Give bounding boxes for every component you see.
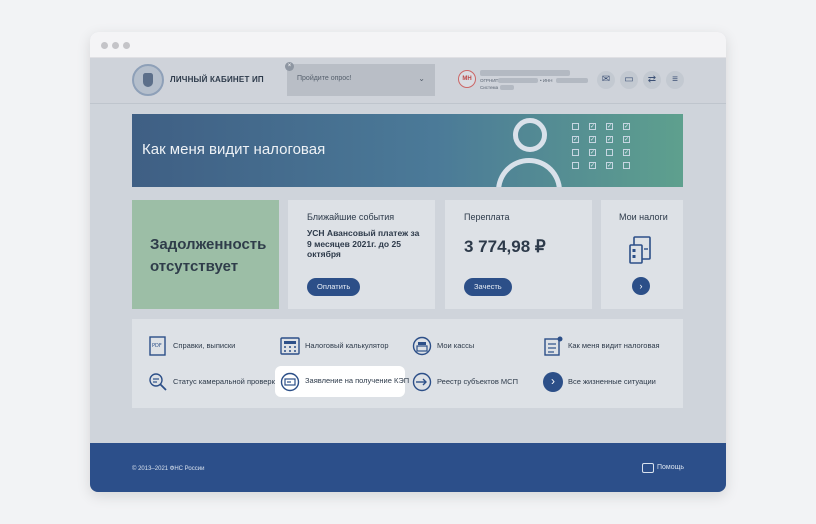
taxpayer-cabinet: ЛИЧНЫЙ КАБИНЕТ ИП × Пройдите опрос! ⌄ МН… bbox=[90, 58, 726, 492]
offset-button[interactable]: Зачесть bbox=[464, 278, 512, 296]
user-name-redacted bbox=[480, 70, 570, 76]
window-dot-icon[interactable] bbox=[123, 42, 130, 49]
chevron-right-icon: › bbox=[543, 372, 563, 392]
calculator-icon bbox=[280, 337, 300, 355]
person-head-icon bbox=[513, 118, 547, 152]
avatar[interactable]: МН bbox=[458, 70, 476, 88]
mail-icon[interactable]: ✉ bbox=[597, 71, 615, 89]
fns-emblem-icon[interactable] bbox=[132, 64, 164, 96]
service-label: Справки, выписки bbox=[173, 340, 236, 350]
cash-register-icon bbox=[412, 336, 432, 356]
events-card[interactable]: Ближайшие события УСН Авансовый платеж з… bbox=[288, 200, 435, 309]
checklist-icon bbox=[544, 336, 563, 356]
ogrnip-redacted bbox=[498, 78, 538, 83]
service-label: Все жизненные ситуации bbox=[568, 376, 656, 386]
site-header: ЛИЧНЫЙ КАБИНЕТ ИП × Пройдите опрос! ⌄ МН… bbox=[90, 58, 726, 104]
service-label: Заявление на получение КЭП bbox=[305, 375, 410, 385]
help-chat-icon[interactable] bbox=[642, 463, 654, 473]
help-link[interactable]: Помощь bbox=[657, 464, 684, 471]
service-certificates[interactable]: PDF Справки, выписки bbox=[148, 332, 268, 360]
service-label: Как меня видит налоговая bbox=[568, 340, 660, 350]
signature-card-icon bbox=[280, 372, 300, 392]
survey-label: Пройдите опрос! bbox=[297, 75, 352, 82]
magnifier-doc-icon bbox=[149, 373, 167, 391]
service-label: Реестр субъектов МСП bbox=[437, 376, 518, 386]
system-label: Система bbox=[480, 85, 499, 90]
visibility-banner[interactable]: Как меня видит налоговая ✓ ✓ ✓ ✓ ✓ ✓ ✓ ✓ ✓ ✓ ✓ bbox=[132, 114, 683, 187]
close-icon[interactable]: × bbox=[285, 62, 294, 71]
banner-title: Как меня видит налоговая bbox=[142, 141, 326, 158]
inn-redacted bbox=[556, 78, 588, 83]
service-registers[interactable]: Мои кассы bbox=[412, 332, 532, 360]
events-title: Ближайшие события bbox=[307, 212, 395, 222]
browser-window: ЛИЧНЫЙ КАБИНЕТ ИП × Пройдите опрос! ⌄ МН… bbox=[90, 32, 726, 492]
my-taxes-title: Мои налоги bbox=[619, 212, 668, 222]
service-calculator[interactable]: Налоговый калькулятор bbox=[280, 332, 400, 360]
pay-button[interactable]: Оплатить bbox=[307, 278, 361, 296]
overpayment-amount: 3 774,98 ₽ bbox=[464, 237, 546, 256]
brand-title[interactable]: ЛИЧНЫЙ КАБИНЕТ ИП bbox=[170, 75, 264, 84]
window-dot-icon[interactable] bbox=[101, 42, 108, 49]
window-dot-icon[interactable] bbox=[112, 42, 119, 49]
window-chrome bbox=[90, 32, 726, 58]
chevron-down-icon[interactable]: ⌄ bbox=[418, 74, 425, 83]
copyright: © 2013–2021 ФНС России bbox=[132, 466, 205, 472]
survey-banner[interactable]: × Пройдите опрос! ⌄ bbox=[285, 62, 435, 96]
overpayment-card[interactable]: Переплата 3 774,98 ₽ Зачесть bbox=[445, 200, 592, 309]
debt-status: Задолженность отсутствует bbox=[150, 234, 266, 278]
registry-icon bbox=[412, 372, 432, 392]
service-life-situations[interactable]: › Все жизненные ситуации bbox=[543, 368, 673, 396]
my-taxes-card[interactable]: Мои налоги › bbox=[601, 200, 683, 309]
service-msp-registry[interactable]: Реестр субъектов МСП bbox=[412, 368, 537, 396]
debt-card[interactable]: Задолженность отсутствует bbox=[132, 200, 279, 309]
switch-arrows-icon[interactable]: ⇄ bbox=[643, 71, 661, 89]
site-footer: © 2013–2021 ФНС России Помощь bbox=[90, 443, 726, 492]
event-description: УСН Авансовый платеж за 9 месяцев 2021г.… bbox=[307, 228, 420, 259]
overpayment-title: Переплата bbox=[464, 212, 510, 222]
service-tax-view[interactable]: Как меня видит налоговая bbox=[543, 332, 673, 360]
service-label: Налоговый калькулятор bbox=[305, 340, 389, 350]
menu-icon[interactable]: ≡ bbox=[666, 71, 684, 89]
chat-icon[interactable]: ▭ bbox=[620, 71, 638, 89]
debt-status-line2: отсутствует bbox=[150, 258, 239, 275]
service-label: Статус камеральной проверки bbox=[173, 376, 280, 386]
service-kep-request[interactable]: Заявление на получение КЭП bbox=[275, 366, 409, 397]
inn-label: • ИНН bbox=[540, 78, 553, 83]
services-panel: PDF Справки, выписки Налоговый калькулят… bbox=[132, 319, 683, 408]
svg-text:PDF: PDF bbox=[152, 343, 162, 349]
service-audit-status[interactable]: Статус камеральной проверки bbox=[148, 368, 279, 396]
chevron-right-icon[interactable]: › bbox=[632, 277, 650, 295]
pdf-document-icon: PDF bbox=[149, 336, 166, 356]
system-redacted bbox=[500, 85, 514, 90]
service-label: Мои кассы bbox=[437, 340, 475, 350]
tax-document-icon bbox=[629, 236, 651, 264]
debt-status-line1: Задолженность bbox=[150, 236, 267, 253]
person-body-icon bbox=[496, 158, 562, 187]
ogrnip-label: ОГРНИП bbox=[480, 78, 499, 83]
